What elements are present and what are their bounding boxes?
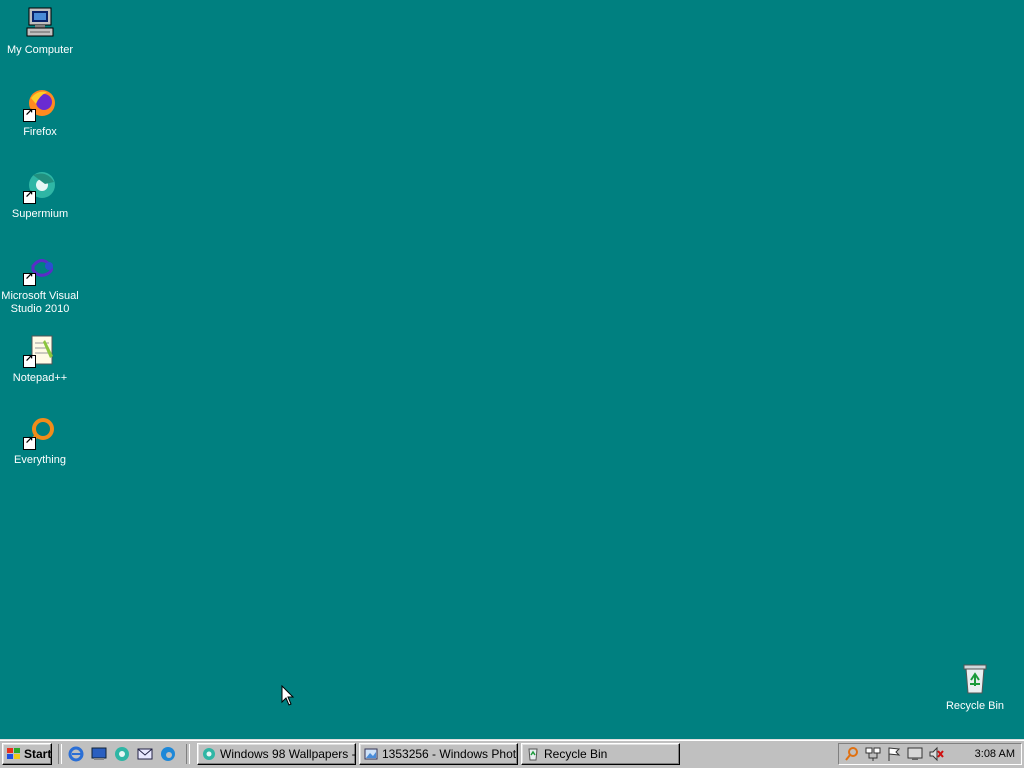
search-icon[interactable] [844, 746, 860, 762]
start-button[interactable]: Start [2, 743, 52, 765]
everything-search-icon [23, 416, 57, 450]
task-label: 1353256 - Windows Phot... [382, 747, 518, 761]
shortcut-arrow-icon [23, 353, 36, 368]
my-computer-icon [23, 6, 57, 40]
desktop: My Computer Firefox Supermium [0, 0, 1024, 740]
quick-launch-edge[interactable] [160, 746, 176, 762]
internet-explorer-icon [68, 746, 84, 762]
quick-launch-supermium[interactable] [114, 746, 130, 762]
desktop-icon-everything[interactable]: Everything [0, 416, 80, 467]
display-icon[interactable] [907, 746, 923, 762]
task-button-supermium[interactable]: Windows 98 Wallpapers -... [197, 743, 356, 765]
desktop-icon-notepad-plus-plus[interactable]: Notepad++ [0, 334, 80, 385]
icon-label: My Computer [6, 44, 74, 56]
icon-label: Notepad++ [12, 372, 68, 384]
taskbar-separator [58, 744, 62, 764]
desktop-icon-firefox[interactable]: Firefox [0, 88, 80, 139]
desktop-icon-recycle-bin[interactable]: Recycle Bin [935, 662, 1015, 713]
network-icon[interactable] [865, 746, 881, 762]
desktop-icon-visual-studio[interactable]: Microsoft Visual Studio 2010 [0, 252, 80, 316]
task-label: Recycle Bin [544, 747, 608, 761]
quick-launch-show-desktop[interactable] [91, 746, 107, 762]
show-desktop-icon [91, 747, 107, 760]
icon-label: Everything [14, 454, 66, 466]
taskbar: Start Windows 98 Wallpapers -... 1353256… [0, 739, 1024, 768]
mouse-pointer-icon [281, 684, 295, 707]
recycle-bin-icon [958, 662, 992, 696]
supermium-icon [202, 747, 216, 761]
edge-icon [161, 747, 175, 761]
taskbar-separator [186, 744, 190, 764]
icon-label: Microsoft Visual Studio 2010 [1, 290, 79, 315]
supermium-icon [115, 747, 129, 761]
visual-studio-icon [23, 252, 57, 286]
icon-label: Recycle Bin [945, 700, 1005, 712]
shortcut-arrow-icon [23, 435, 36, 450]
photo-viewer-icon [364, 747, 378, 761]
quick-launch-internet-explorer[interactable] [68, 746, 84, 762]
icon-label: Firefox [23, 126, 57, 138]
recycle-bin-icon [526, 747, 540, 761]
volume-muted-icon[interactable] [928, 746, 944, 762]
task-button-photo-viewer[interactable]: 1353256 - Windows Phot... [359, 743, 518, 765]
outlook-express-icon [137, 748, 153, 760]
desktop-icon-my-computer[interactable]: My Computer [0, 6, 80, 57]
system-tray: 3:08 AM [838, 743, 1022, 765]
clock[interactable]: 3:08 AM [975, 748, 1015, 760]
windows-flag-icon [7, 748, 21, 760]
quick-launch-outlook-express[interactable] [137, 746, 153, 762]
task-button-recycle-bin[interactable]: Recycle Bin [521, 743, 680, 765]
shortcut-arrow-icon [23, 271, 36, 286]
firefox-icon [23, 88, 57, 122]
start-label: Start [24, 747, 52, 761]
shortcut-arrow-icon [23, 107, 36, 122]
task-label: Windows 98 Wallpapers -... [220, 747, 356, 761]
desktop-icon-supermium[interactable]: Supermium [0, 170, 80, 221]
notepad-plus-plus-icon [23, 334, 57, 368]
supermium-icon [23, 170, 57, 204]
icon-label: Supermium [11, 208, 69, 220]
shortcut-arrow-icon [23, 189, 36, 204]
flag-icon[interactable] [886, 746, 902, 762]
